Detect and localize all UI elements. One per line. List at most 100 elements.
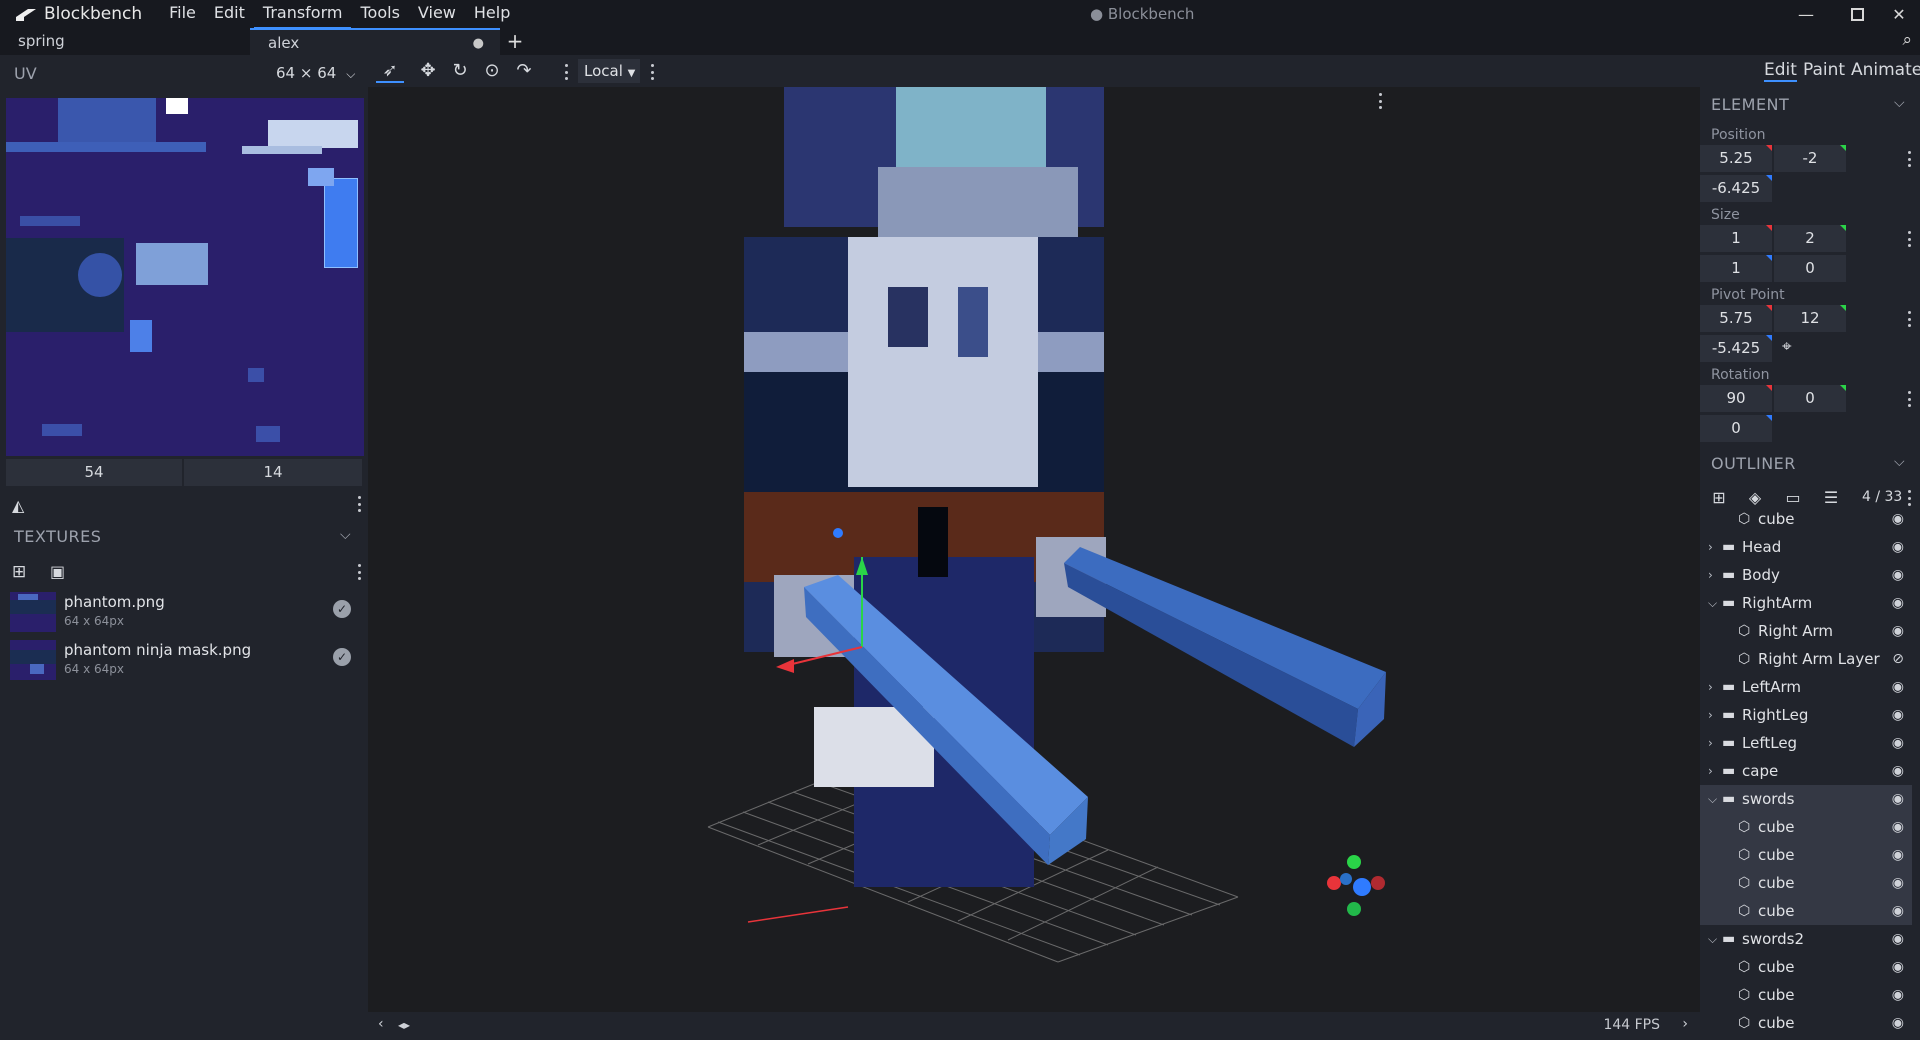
outliner-cube[interactable]: ⬡ Right Arm ◉ (1700, 617, 1912, 645)
pivot-menu-button[interactable] (1907, 311, 1911, 327)
eye-icon[interactable]: ◉ (1892, 897, 1904, 925)
outliner-cube[interactable]: ⬡ cube ◉ (1700, 1009, 1912, 1037)
inflate-field[interactable]: 0 (1774, 255, 1846, 282)
chevron-right-icon[interactable]: › (1708, 757, 1718, 785)
menu-help[interactable]: Help (465, 0, 519, 29)
uv-y-field[interactable]: 14 (184, 459, 362, 486)
texture-item[interactable]: phantom ninja mask.png 64 x 64px ✓ (0, 636, 368, 684)
create-texture-icon[interactable]: ▣ (50, 562, 65, 581)
outliner-menu-button[interactable] (1907, 490, 1911, 506)
eye-hidden-icon[interactable]: ⊘ (1892, 645, 1904, 673)
toolbar-menu-button[interactable] (564, 64, 568, 80)
check-icon[interactable]: ✓ (333, 648, 351, 666)
position-z-field[interactable]: -6.425 (1700, 175, 1772, 202)
move-tool-icon[interactable]: ➶ (376, 59, 404, 83)
uv-texture-canvas[interactable] (6, 98, 364, 456)
eye-icon[interactable]: ◉ (1892, 505, 1904, 533)
eye-icon[interactable]: ◉ (1892, 561, 1904, 589)
uv-x-field[interactable]: 54 (6, 459, 182, 486)
eye-icon[interactable]: ◉ (1892, 953, 1904, 981)
eye-icon[interactable]: ◉ (1892, 785, 1904, 813)
size-z-field[interactable]: 1 (1700, 255, 1772, 282)
mode-paint[interactable]: Paint (1803, 60, 1845, 80)
outliner-group[interactable]: › ▬ RightLeg ◉ (1700, 701, 1912, 729)
size-y-field[interactable]: 2 (1774, 225, 1846, 252)
chevron-right-icon[interactable]: › (1708, 673, 1718, 701)
eye-icon[interactable]: ◉ (1892, 617, 1904, 645)
chevron-down-icon[interactable]: ⌵ (1708, 785, 1718, 813)
outliner-cube[interactable]: ⬡ cube ◉ (1700, 869, 1912, 897)
eye-icon[interactable]: ◉ (1892, 869, 1904, 897)
outliner-cube[interactable]: ⬡ cube ◉ (1700, 897, 1912, 925)
rotation-z-field[interactable]: 0 (1700, 415, 1772, 442)
toolbar-more-button[interactable] (650, 64, 654, 80)
3d-viewport[interactable] (368, 87, 1700, 1012)
pivot-tool-icon[interactable]: ⊙ (478, 59, 506, 83)
minimize-button[interactable]: — (1783, 0, 1829, 28)
unsaved-dot-icon[interactable]: ● (473, 30, 484, 57)
texture-item[interactable]: phantom.png 64 x 64px ✓ (0, 588, 368, 636)
eye-icon[interactable]: ◉ (1892, 729, 1904, 757)
menu-file[interactable]: File (160, 0, 205, 29)
tab-alex[interactable]: alex ● (250, 28, 500, 55)
chevron-down-icon[interactable]: ⌵ (1894, 454, 1905, 470)
chevron-right-icon[interactable]: › (1682, 1016, 1688, 1032)
import-texture-icon[interactable]: ⊞ (12, 562, 26, 582)
outliner-group[interactable]: ⌵ ▬ swords ◉ (1700, 785, 1912, 813)
chevron-down-icon[interactable]: ⌵ (1708, 589, 1718, 617)
eye-icon[interactable]: ◉ (1892, 1009, 1904, 1037)
pivot-x-field[interactable]: 5.75 (1700, 305, 1772, 332)
uv-size-select[interactable]: 64 × 64 ⌵ (276, 64, 355, 82)
rotation-y-field[interactable]: 0 (1774, 385, 1846, 412)
size-x-field[interactable]: 1 (1700, 225, 1772, 252)
mode-edit[interactable]: Edit (1764, 60, 1797, 82)
menu-tools[interactable]: Tools (351, 0, 408, 29)
timeline-handle-icon[interactable]: ◂▸ (398, 1018, 410, 1032)
outliner-cube[interactable]: ⬡ cube ◉ (1700, 841, 1912, 869)
textures-menu-button[interactable] (357, 564, 361, 580)
outliner-cube[interactable]: ⬡ Right Arm Layer ⊘ (1700, 645, 1912, 673)
outliner-cube[interactable]: ⬡ cube ◉ (1700, 981, 1912, 1009)
outliner-cube[interactable]: ⬡ cube ◉ (1700, 953, 1912, 981)
chevron-right-icon[interactable]: › (1708, 729, 1718, 757)
eye-icon[interactable]: ◉ (1892, 981, 1904, 1009)
pivot-y-field[interactable]: 12 (1774, 305, 1846, 332)
eye-icon[interactable]: ◉ (1892, 925, 1904, 953)
outliner-group[interactable]: › ▬ cape ◉ (1700, 757, 1912, 785)
size-menu-button[interactable] (1907, 231, 1911, 247)
chevron-down-icon[interactable]: ⌵ (340, 527, 351, 543)
transform-space-select[interactable]: Local ▼ (578, 59, 640, 83)
chevron-right-icon[interactable]: › (1708, 561, 1718, 589)
chevron-left-icon[interactable]: ‹ (378, 1016, 384, 1032)
rotation-x-field[interactable]: 90 (1700, 385, 1772, 412)
chevron-down-icon[interactable]: ⌵ (1708, 925, 1718, 953)
eye-icon[interactable]: ◉ (1892, 757, 1904, 785)
center-pivot-icon[interactable]: ⌖ (1782, 337, 1792, 357)
position-menu-button[interactable] (1907, 151, 1911, 167)
menu-transform[interactable]: Transform (253, 0, 352, 29)
eye-icon[interactable]: ◉ (1892, 533, 1904, 561)
mode-animate[interactable]: Animate (1851, 60, 1920, 80)
tab-spring[interactable]: spring (0, 28, 250, 55)
outliner-group[interactable]: › ▬ Head ◉ (1700, 533, 1912, 561)
eye-icon[interactable]: ◉ (1892, 673, 1904, 701)
uv-menu-button[interactable] (357, 496, 361, 512)
position-y-field[interactable]: -2 (1774, 145, 1846, 172)
outliner-cube[interactable]: ⬡ cube ◉ (1700, 505, 1912, 533)
chevron-right-icon[interactable]: › (1708, 533, 1718, 561)
eye-icon[interactable]: ◉ (1892, 813, 1904, 841)
menu-view[interactable]: View (409, 0, 465, 29)
outliner-group[interactable]: › ▬ LeftArm ◉ (1700, 673, 1912, 701)
menu-edit[interactable]: Edit (205, 0, 254, 29)
eye-icon[interactable]: ◉ (1892, 701, 1904, 729)
search-icon[interactable]: ⌕ (1902, 30, 1912, 50)
outliner-group[interactable]: › ▬ Body ◉ (1700, 561, 1912, 589)
check-icon[interactable]: ✓ (333, 600, 351, 618)
outliner-group[interactable]: ⌵ ▬ RightArm ◉ (1700, 589, 1912, 617)
close-button[interactable]: ✕ (1876, 0, 1920, 28)
maximize-button[interactable] (1834, 0, 1880, 28)
eye-icon[interactable]: ◉ (1892, 841, 1904, 869)
chevron-right-icon[interactable]: › (1708, 701, 1718, 729)
pivot-z-field[interactable]: -5.425 (1700, 335, 1772, 362)
move-arrows-icon[interactable]: ✥ (414, 59, 442, 83)
